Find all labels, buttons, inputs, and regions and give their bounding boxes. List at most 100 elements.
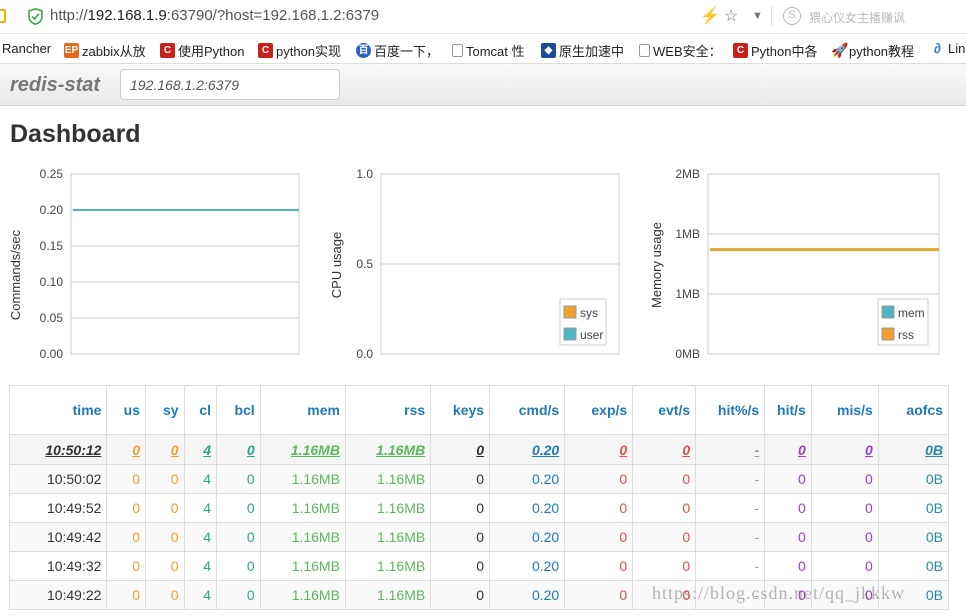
column-header: cl — [183, 385, 218, 435]
table-cell: 0 — [106, 522, 146, 552]
table-cell: - — [695, 493, 766, 523]
commands-tick-label: 0.00 — [40, 347, 64, 361]
table-cell: 1.16MB — [344, 434, 432, 465]
brand-logo[interactable]: redis-stat — [10, 74, 100, 97]
column-header: aofcs — [877, 385, 950, 435]
table-cell: - — [695, 464, 766, 494]
url-prefix: http:// — [50, 7, 88, 24]
memory-tick-label: 0MB — [675, 347, 700, 361]
table-cell: 0 — [106, 580, 146, 610]
table-cell: 0 — [430, 464, 491, 494]
bookmark-label: 使用Python — [178, 44, 245, 59]
commands-ylabel: Commands/sec — [8, 229, 23, 320]
bookmark-label: zabbix从放 — [82, 44, 146, 59]
table-cell: 0 — [430, 493, 491, 523]
commands-grid — [71, 209, 299, 319]
table-cell: 0B — [877, 464, 950, 494]
table-cell: 10:49:52 — [8, 493, 108, 523]
bookmark-item[interactable]: Rancher — [2, 41, 51, 56]
cpu-legend: sys user — [559, 298, 607, 346]
app-navbar: redis-stat — [0, 64, 966, 106]
bookmark-item[interactable]: 百百度一下， — [356, 41, 439, 60]
memory-chart: Memory usage 2MB 1MB 1MB 0MB mem rss — [649, 167, 940, 361]
table-cell: 1.16MB — [344, 580, 432, 610]
table-cell: 0 — [106, 493, 146, 523]
url-host: 192.168.1.9 — [87, 7, 167, 24]
table-cell: 0 — [216, 522, 261, 552]
table-cell: - — [695, 434, 766, 465]
watermark-text: https://blog.csdn.net/qq_jkkkw — [652, 583, 905, 603]
memory-tick-label: 1MB — [675, 227, 700, 241]
column-header: hit/s — [764, 385, 812, 435]
table-cell: 0 — [764, 551, 812, 581]
table-cell: 0 — [764, 464, 812, 494]
search-engine-icon[interactable]: S — [783, 7, 801, 25]
cpu-legend-label: sys — [580, 306, 598, 320]
chevron-down-icon[interactable]: ▼ — [752, 10, 763, 22]
table-cell: 0.20 — [489, 434, 566, 465]
bookmark-item[interactable]: WEB安全： — [639, 41, 722, 60]
bookmark-favicon-icon — [452, 44, 463, 57]
bookmark-favicon-icon — [639, 44, 650, 57]
page-title: Dashboard — [10, 120, 141, 148]
table-cell: 1.16MB — [259, 434, 346, 465]
star-icon[interactable]: ☆ — [724, 6, 738, 26]
cpu-tick-label: 0.5 — [356, 257, 373, 271]
bookmark-favicon-icon: 百 — [356, 43, 371, 58]
table-cell: 1.16MB — [344, 522, 432, 552]
memory-tick-label: 2MB — [675, 167, 700, 181]
bookmark-item[interactable]: Tomcat 性 — [452, 41, 525, 60]
url-field[interactable]: http://192.168.1.9:63790/?host=192.168.1… — [50, 7, 379, 24]
column-header: evt/s — [632, 385, 697, 435]
column-header: mem — [259, 385, 346, 435]
commands-tick-label: 0.05 — [40, 311, 64, 325]
table-row: 10:49:52 0 0 4 0 1.16MB 1.16MB 0 0.20 0 0-0 0 0B — [8, 493, 950, 523]
bookmark-item[interactable]: 🚀 python教程 — [831, 41, 914, 60]
bookmark-item[interactable]: C 使用Python — [160, 41, 244, 60]
table-cell: 0 — [430, 580, 491, 610]
table-cell: 0 — [216, 551, 261, 581]
table-cell: 0.20 — [489, 464, 566, 494]
table-cell: 0 — [810, 551, 879, 581]
bookmark-item[interactable]: ◆ 原生加速中 — [541, 41, 624, 60]
search-input[interactable]: 猥心仪女主播赚讽 — [809, 9, 905, 26]
shield-icon — [28, 8, 43, 25]
table-cell: 0 — [216, 464, 261, 494]
commands-chart: Commands/sec 0.25 0.20 0.15 0.10 0.05 0.00 — [8, 167, 300, 361]
cpu-tick-label: 0.0 — [356, 347, 373, 361]
table-cell: 0 — [430, 522, 491, 552]
table-cell: 0 — [810, 464, 879, 494]
memory-legend-swatch — [881, 327, 895, 341]
bookmark-label: Python中各 — [751, 44, 818, 59]
column-header: bcl — [216, 385, 261, 435]
table-cell: 0 — [564, 464, 634, 494]
bookmark-favicon-icon: ∂ — [934, 40, 941, 56]
bookmark-label: WEB安全： — [653, 44, 722, 59]
table-cell: 1.16MB — [259, 464, 346, 494]
bookmark-item[interactable]: Cpython实现 — [258, 41, 341, 60]
table-cell: 1.16MB — [259, 493, 346, 523]
tab-edge-icon — [0, 9, 6, 23]
bookmark-label: python教程 — [849, 44, 915, 59]
table-header-row: time us sy cl bcl mem rss keys cmd/s exp/s evt/s hi… — [8, 385, 950, 435]
commands-tick-label: 0.10 — [40, 275, 64, 289]
table-cell: 0 — [764, 434, 812, 465]
table-cell: 0.20 — [489, 522, 566, 552]
column-header: hit%/s — [695, 385, 766, 435]
bookmark-item[interactable]: C Python中各 — [733, 41, 817, 60]
bookmark-item[interactable]: EP zabbix从放 — [64, 41, 146, 60]
table-cell: 1.16MB — [259, 522, 346, 552]
table-cell: 0 — [632, 464, 697, 494]
host-input[interactable] — [120, 69, 340, 100]
table-cell: 0 — [564, 580, 634, 610]
table-cell: 0 — [764, 522, 812, 552]
table-cell: 0 — [564, 434, 634, 465]
table-cell: 0 — [216, 493, 261, 523]
bookmark-favicon-icon: ◆ — [541, 43, 556, 58]
memory-legend-swatch — [881, 305, 895, 319]
table-cell: 10:49:42 — [8, 522, 108, 552]
table-cell: - — [695, 522, 766, 552]
column-header: cmd/s — [489, 385, 566, 435]
bolt-icon[interactable]: ⚡ — [700, 6, 720, 26]
bookmark-item[interactable]: ∂ Linu — [930, 40, 966, 57]
